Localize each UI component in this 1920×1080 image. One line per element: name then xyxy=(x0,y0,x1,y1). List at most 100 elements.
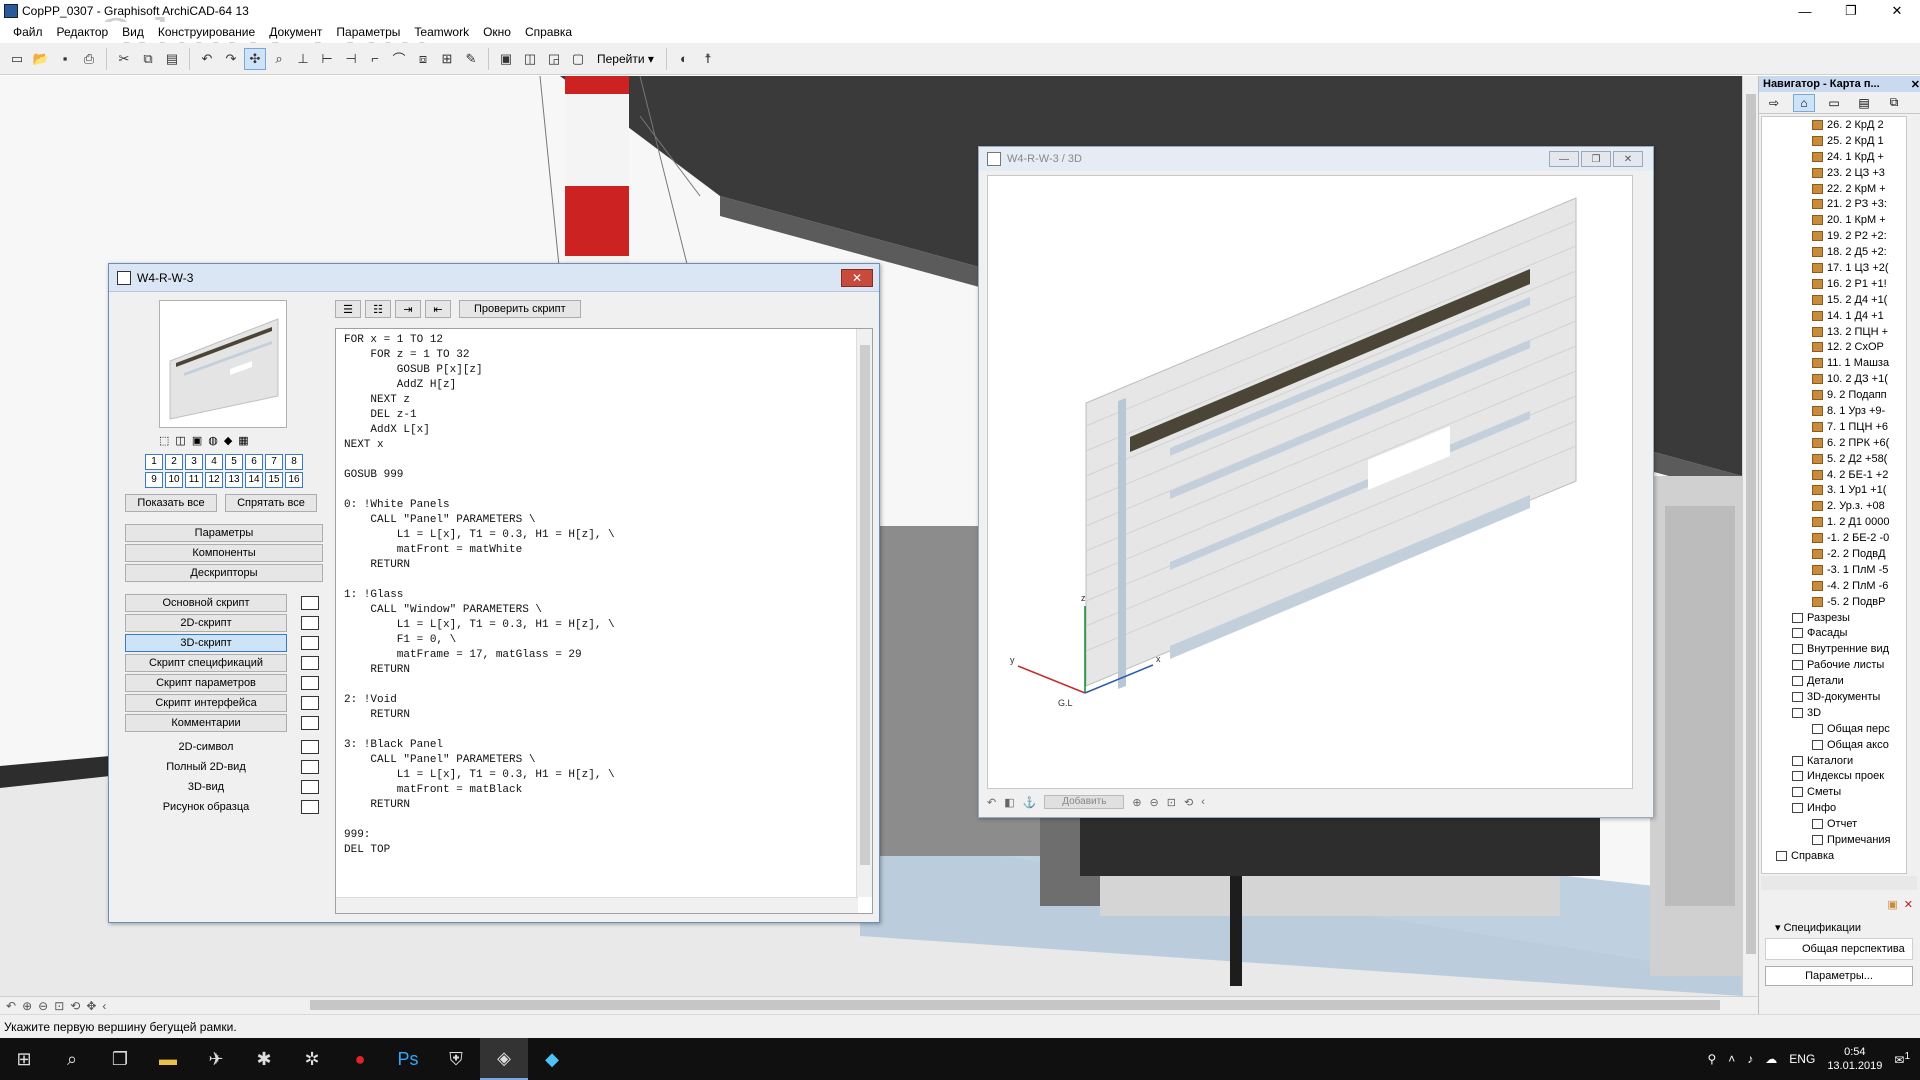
number-button[interactable]: 1 xyxy=(145,454,163,470)
explode-icon[interactable]: ⊞ xyxy=(436,48,458,70)
scroll-thumb[interactable] xyxy=(860,345,870,865)
print-icon[interactable]: ⎙ xyxy=(78,48,100,70)
scroll-left-icon[interactable]: ‹ xyxy=(1201,796,1205,808)
open-window-icon[interactable] xyxy=(301,656,319,670)
story-item[interactable]: 7. 1 ПЦН +6 xyxy=(1762,419,1906,435)
number-button[interactable]: 6 xyxy=(245,454,263,470)
layout-icon[interactable]: ▢ xyxy=(567,48,589,70)
descriptors-button[interactable]: Дескрипторы xyxy=(125,564,323,582)
preview-picture-label[interactable]: Рисунок образца xyxy=(125,801,287,813)
close-button[interactable]: ✕ xyxy=(1874,0,1920,22)
story-item[interactable]: -2. 2 ПодвД xyxy=(1762,546,1906,562)
walk-icon[interactable]: ☨ xyxy=(697,48,719,70)
navigate-icon[interactable]: ◐ xyxy=(673,48,695,70)
new-folder-icon[interactable]: ▣ xyxy=(1887,898,1897,911)
tree-group[interactable]: Рабочие листы xyxy=(1762,657,1906,673)
pan-icon[interactable]: ✥ xyxy=(86,999,96,1013)
number-button[interactable]: 16 xyxy=(285,472,303,488)
story-item[interactable]: 24. 1 КрД + xyxy=(1762,149,1906,165)
zoom-icon[interactable]: ⌕ xyxy=(268,48,290,70)
menu-file[interactable]: Файл xyxy=(6,25,50,39)
publish-icon[interactable]: ⇨ xyxy=(1763,94,1785,112)
menu-teamwork[interactable]: Teamwork xyxy=(407,25,476,39)
find-next-icon[interactable]: ☷ xyxy=(365,300,391,318)
full-2d-view-label[interactable]: Полный 2D-вид xyxy=(125,761,287,773)
script-editor[interactable]: FOR x = 1 TO 12 FOR z = 1 TO 32 GOSUB P[… xyxy=(335,328,873,914)
delete-icon[interactable]: ✕ xyxy=(1904,898,1913,911)
story-item[interactable]: 20. 1 КрМ + xyxy=(1762,212,1906,228)
minimize-button[interactable]: — xyxy=(1549,151,1579,167)
story-item[interactable]: 18. 2 Д5 +2: xyxy=(1762,244,1906,260)
indent-icon[interactable]: ⇥ xyxy=(395,300,421,318)
copy-icon[interactable]: ⧉ xyxy=(137,48,159,70)
editor-vertical-scrollbar[interactable] xyxy=(856,329,872,897)
story-item[interactable]: -4. 2 ПлМ -6 xyxy=(1762,578,1906,594)
2d-script-button[interactable]: 2D-скрипт xyxy=(125,614,287,632)
tree-group[interactable]: Сметы xyxy=(1762,784,1906,800)
tree-group[interactable]: Индексы проек xyxy=(1762,769,1906,785)
adjust-icon[interactable]: ⊣ xyxy=(340,48,362,70)
number-button[interactable]: 4 xyxy=(205,454,223,470)
master-script-button[interactable]: Основной скрипт xyxy=(125,594,287,612)
story-item[interactable]: 21. 2 РЗ +3: xyxy=(1762,196,1906,212)
menu-design[interactable]: Конструирование xyxy=(151,25,262,39)
save-icon[interactable]: ▪ xyxy=(54,48,76,70)
clock[interactable]: 0:54 13.01.2019 xyxy=(1827,1045,1882,1073)
pointer-tool-icon[interactable]: ✣ xyxy=(244,47,266,70)
show-all-button[interactable]: Показать все xyxy=(125,494,217,512)
open-window-icon[interactable] xyxy=(301,696,319,710)
3d-view-label[interactable]: 3D-вид xyxy=(125,781,287,793)
number-button[interactable]: 14 xyxy=(245,472,263,488)
tree-3d-item[interactable]: Общая аксо xyxy=(1762,737,1906,753)
new-icon[interactable]: ▭ xyxy=(6,48,28,70)
zoom-out-icon[interactable]: ⊖ xyxy=(38,999,48,1013)
people-icon[interactable]: ⚲ xyxy=(1707,1052,1716,1066)
solid-icon[interactable]: ◆ xyxy=(224,434,232,447)
split-icon[interactable]: ⊢ xyxy=(316,48,338,70)
tree-horizontal-scrollbar[interactable] xyxy=(1761,876,1917,890)
open-window-icon[interactable] xyxy=(301,760,319,774)
hide-all-button[interactable]: Спрятать все xyxy=(225,494,317,512)
menu-edit[interactable]: Редактор xyxy=(50,25,116,39)
story-item[interactable]: -3. 1 ПлМ -5 xyxy=(1762,562,1906,578)
opera-icon[interactable]: ● xyxy=(336,1038,384,1080)
tree-group[interactable]: Инфо xyxy=(1762,800,1906,816)
add-button[interactable]: Добавить xyxy=(1044,795,1125,809)
menu-document[interactable]: Документ xyxy=(262,25,329,39)
story-item[interactable]: 1. 2 Д1 0000 xyxy=(1762,514,1906,530)
spider-icon[interactable]: ✲ xyxy=(288,1038,336,1080)
tree-group[interactable]: 3D-документы xyxy=(1762,689,1906,705)
fit-window-icon[interactable]: ⊡ xyxy=(54,999,64,1013)
story-item[interactable]: 16. 2 Р1 +1! xyxy=(1762,276,1906,292)
number-button[interactable]: 5 xyxy=(225,454,243,470)
menu-options[interactable]: Параметры xyxy=(329,25,407,39)
2d-view-icon[interactable]: ⬚ xyxy=(159,434,169,447)
number-button[interactable]: 15 xyxy=(265,472,283,488)
tree-group[interactable]: Каталоги xyxy=(1762,753,1906,769)
story-item[interactable]: 3. 1 Ур1 +1( xyxy=(1762,482,1906,498)
number-button[interactable]: 13 xyxy=(225,472,243,488)
script-code[interactable]: FOR x = 1 TO 12 FOR z = 1 TO 32 GOSUB P[… xyxy=(336,329,872,862)
story-item[interactable]: 2. Ур.з. +08 xyxy=(1762,498,1906,514)
publisher-sets-icon[interactable]: ⧉ xyxy=(1883,94,1905,112)
start-icon[interactable]: ⊞ xyxy=(0,1038,48,1080)
file-explorer-icon[interactable]: ▬ xyxy=(144,1038,192,1080)
shield-icon[interactable]: ⛨ xyxy=(432,1038,480,1080)
cut-icon[interactable]: ✂ xyxy=(113,48,135,70)
number-button[interactable]: 7 xyxy=(265,454,283,470)
story-item[interactable]: 17. 1 ЦЗ +2( xyxy=(1762,260,1906,276)
goto-dropdown[interactable]: Перейти ▾ xyxy=(591,48,660,70)
open-window-icon[interactable] xyxy=(301,716,319,730)
open-window-icon[interactable] xyxy=(301,676,319,690)
current-view-field[interactable]: Общая перспектива xyxy=(1765,938,1913,960)
zoom-in-icon[interactable]: ⊕ xyxy=(22,999,32,1013)
minimize-button[interactable]: — xyxy=(1782,0,1828,22)
tree-group[interactable]: Детали xyxy=(1762,673,1906,689)
tree-help[interactable]: Справка xyxy=(1762,848,1906,864)
view-map-icon[interactable]: ▭ xyxy=(1823,94,1845,112)
story-item[interactable]: 10. 2 ДЗ +1( xyxy=(1762,371,1906,387)
menu-window[interactable]: Окно xyxy=(476,25,518,39)
camera-icon[interactable]: ◧ xyxy=(1004,796,1014,809)
tree-group[interactable]: Фасады xyxy=(1762,626,1906,642)
tree-info-item[interactable]: Отчет xyxy=(1762,816,1906,832)
